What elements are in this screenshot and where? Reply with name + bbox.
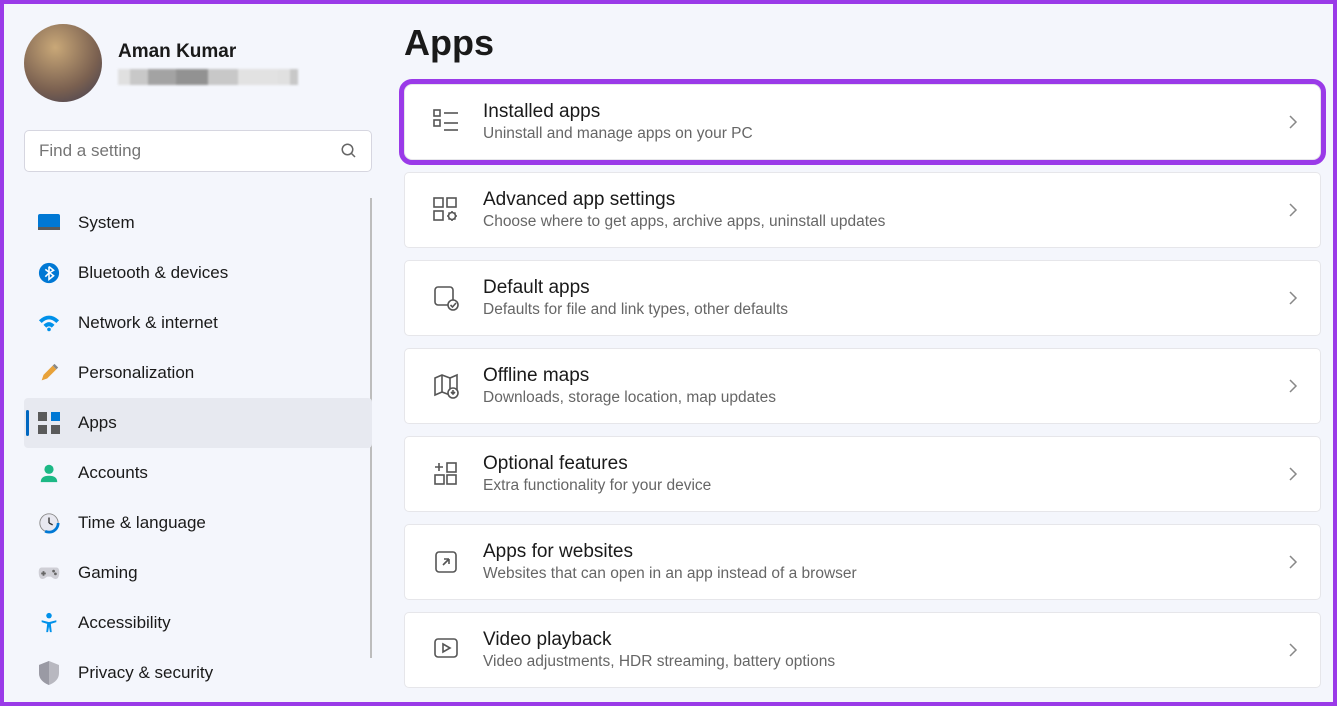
card-offline-maps[interactable]: Offline maps Downloads, storage location…: [404, 348, 1321, 424]
chevron-right-icon: [1288, 554, 1298, 570]
bluetooth-icon: [38, 262, 60, 284]
avatar: [24, 24, 102, 102]
shield-icon: [38, 662, 60, 684]
paint-icon: [38, 362, 60, 384]
sidebar-item-label: System: [78, 213, 135, 233]
sidebar-item-label: Accounts: [78, 463, 148, 483]
optional-features-icon: [433, 461, 459, 487]
sidebar-item-personalization[interactable]: Personalization: [24, 348, 372, 398]
apps-websites-icon: [433, 549, 459, 575]
card-sub: Uninstall and manage apps on your PC: [483, 125, 1288, 143]
card-title: Offline maps: [483, 365, 1288, 387]
sidebar-item-label: Privacy & security: [78, 663, 213, 683]
card-advanced-app-settings[interactable]: Advanced app settings Choose where to ge…: [404, 172, 1321, 248]
sidebar-item-label: Accessibility: [78, 613, 171, 633]
page-title: Apps: [404, 22, 1321, 64]
sidebar-item-accounts[interactable]: Accounts: [24, 448, 372, 498]
sidebar-item-bluetooth[interactable]: Bluetooth & devices: [24, 248, 372, 298]
user-profile[interactable]: Aman Kumar: [24, 24, 384, 102]
default-apps-icon: [433, 285, 459, 311]
sidebar-item-apps[interactable]: Apps: [24, 398, 372, 448]
sidebar-item-label: Apps: [78, 413, 117, 433]
user-subtext-redacted: [118, 69, 298, 85]
person-icon: [38, 462, 60, 484]
chevron-right-icon: [1288, 378, 1298, 394]
sidebar-item-network[interactable]: Network & internet: [24, 298, 372, 348]
sidebar-item-label: Gaming: [78, 563, 138, 583]
card-sub: Choose where to get apps, archive apps, …: [483, 213, 1288, 231]
chevron-right-icon: [1288, 114, 1298, 130]
sidebar-item-gaming[interactable]: Gaming: [24, 548, 372, 598]
sidebar-item-label: Time & language: [78, 513, 206, 533]
gamepad-icon: [38, 562, 60, 584]
card-title: Optional features: [483, 453, 1288, 475]
accessibility-icon: [38, 612, 60, 634]
card-installed-apps[interactable]: Installed apps Uninstall and manage apps…: [404, 84, 1321, 160]
installed-apps-icon: [433, 109, 459, 135]
card-sub: Websites that can open in an app instead…: [483, 565, 1288, 583]
card-sub: Defaults for file and link types, other …: [483, 301, 1288, 319]
sidebar-item-label: Personalization: [78, 363, 194, 383]
advanced-settings-icon: [433, 197, 459, 223]
sidebar-item-accessibility[interactable]: Accessibility: [24, 598, 372, 648]
nav: System Bluetooth & devices Network & int…: [24, 198, 384, 698]
card-title: Video playback: [483, 629, 1288, 651]
sidebar-item-privacy[interactable]: Privacy & security: [24, 648, 372, 698]
card-title: Apps for websites: [483, 541, 1288, 563]
main-content: Apps Installed apps Uninstall and manage…: [384, 4, 1333, 702]
chevron-right-icon: [1288, 466, 1298, 482]
clock-icon: [38, 512, 60, 534]
sidebar-item-system[interactable]: System: [24, 198, 372, 248]
apps-icon: [38, 412, 60, 434]
card-sub: Downloads, storage location, map updates: [483, 389, 1288, 407]
card-optional-features[interactable]: Optional features Extra functionality fo…: [404, 436, 1321, 512]
chevron-right-icon: [1288, 642, 1298, 658]
card-title: Advanced app settings: [483, 189, 1288, 211]
sidebar-item-time[interactable]: Time & language: [24, 498, 372, 548]
card-title: Default apps: [483, 277, 1288, 299]
card-sub: Extra functionality for your device: [483, 477, 1288, 495]
chevron-right-icon: [1288, 290, 1298, 306]
chevron-right-icon: [1288, 202, 1298, 218]
sidebar: Aman Kumar System Bluetooth: [4, 4, 384, 702]
card-video-playback[interactable]: Video playback Video adjustments, HDR st…: [404, 612, 1321, 688]
search-input[interactable]: [24, 130, 372, 172]
wifi-icon: [38, 312, 60, 334]
system-icon: [38, 212, 60, 234]
card-sub: Video adjustments, HDR streaming, batter…: [483, 653, 1288, 671]
video-playback-icon: [433, 637, 459, 663]
card-title: Installed apps: [483, 101, 1288, 123]
card-apps-for-websites[interactable]: Apps for websites Websites that can open…: [404, 524, 1321, 600]
sidebar-item-label: Network & internet: [78, 313, 218, 333]
user-name: Aman Kumar: [118, 41, 384, 63]
search-icon: [340, 142, 358, 160]
sidebar-item-label: Bluetooth & devices: [78, 263, 228, 283]
card-default-apps[interactable]: Default apps Defaults for file and link …: [404, 260, 1321, 336]
offline-maps-icon: [433, 373, 459, 399]
